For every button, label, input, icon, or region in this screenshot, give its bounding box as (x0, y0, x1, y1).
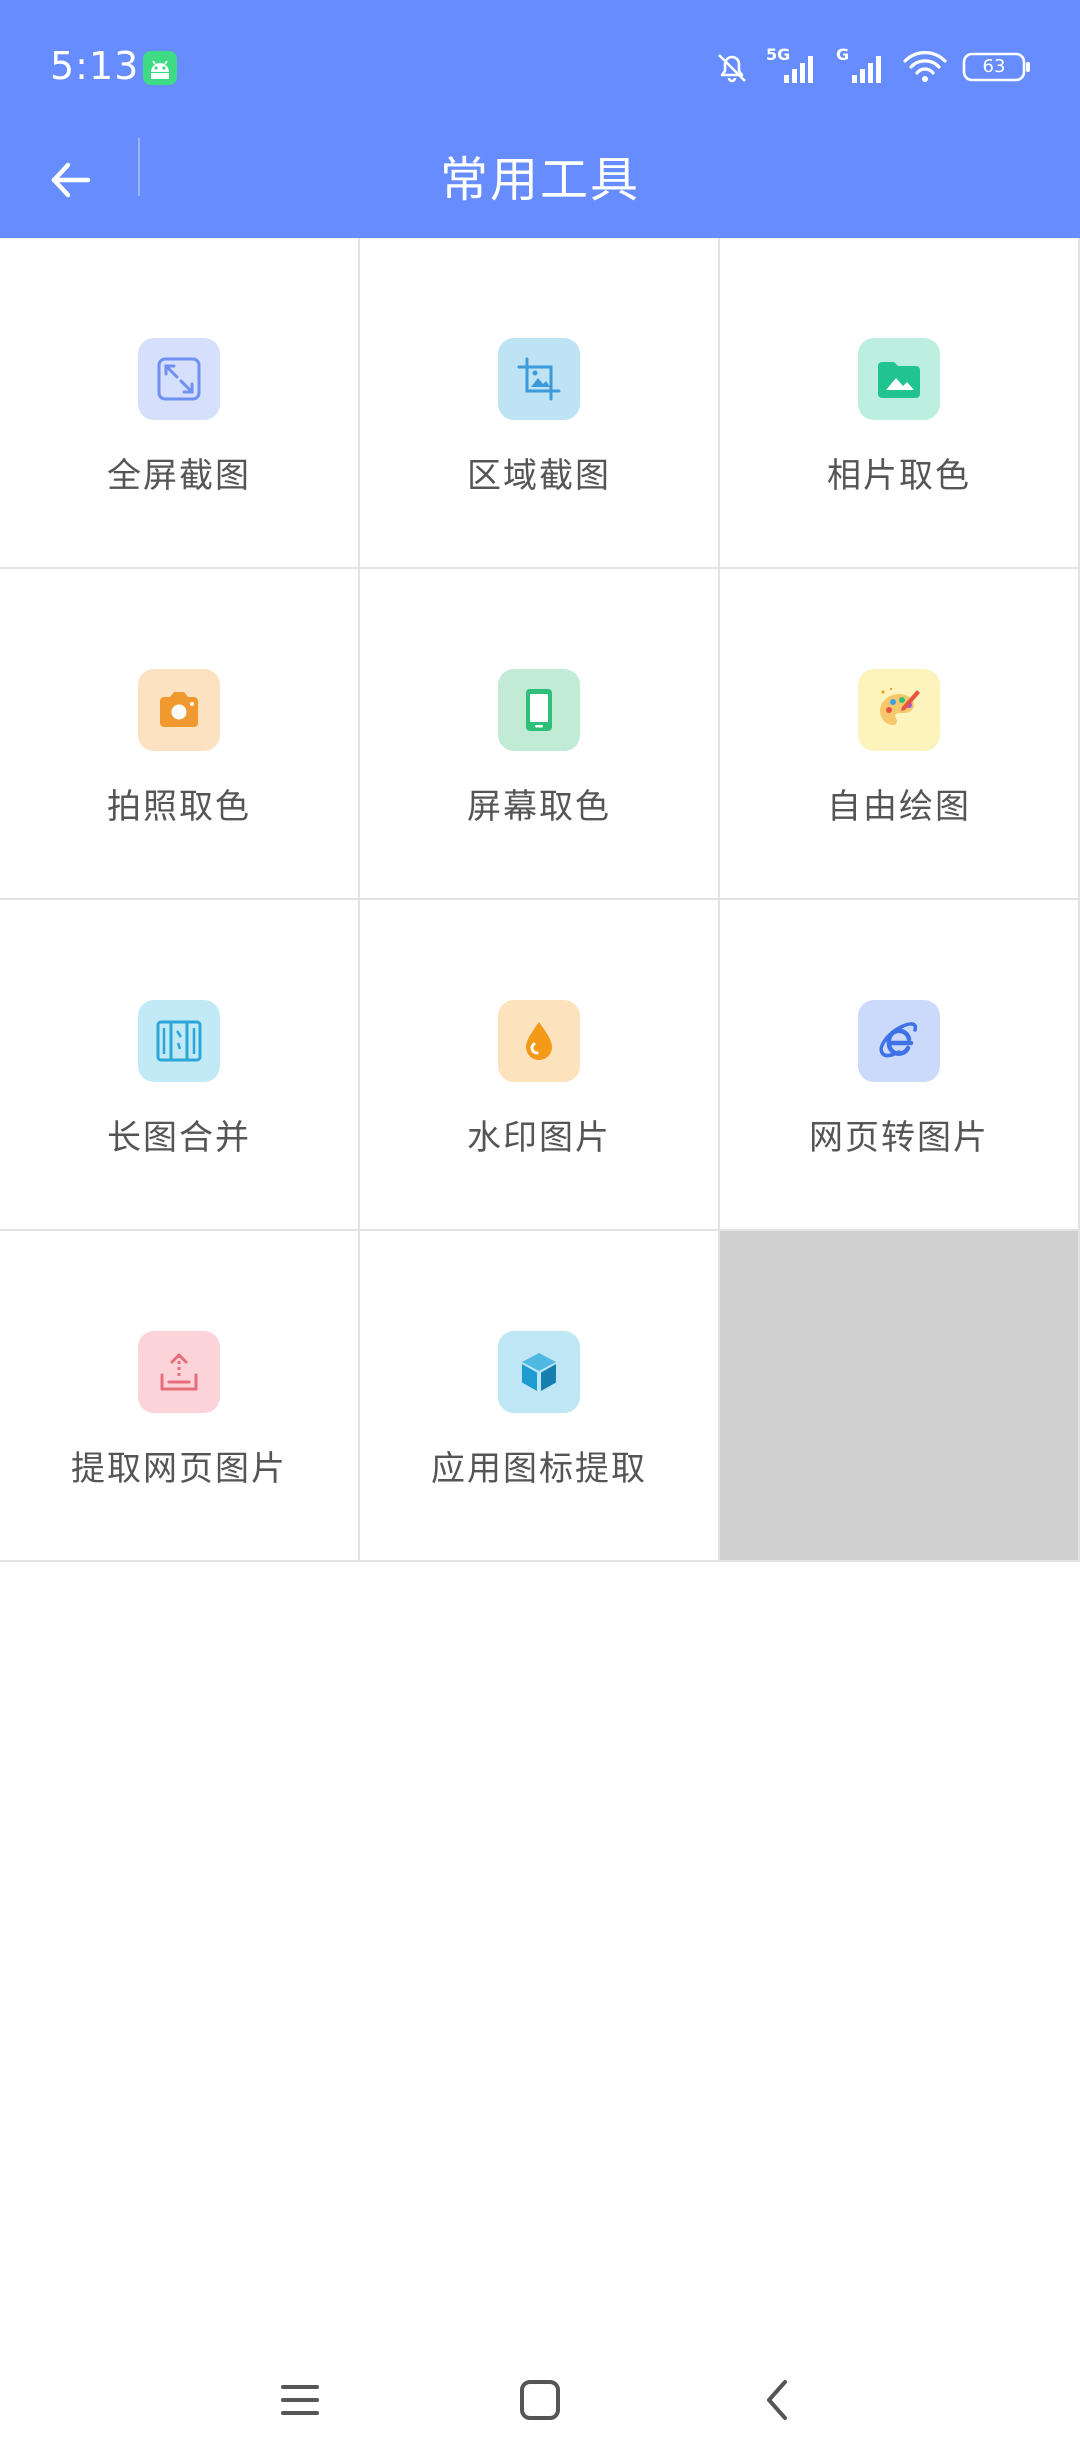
tools-grid: 全屏截图 区域截图 相片取色 拍照取色 屏幕取色 自由绘图 长图合并 水印图片 … (0, 238, 1080, 1564)
nav-menu-button[interactable] (260, 2360, 340, 2440)
tool-extract-webpage-images[interactable]: 提取网页图片 (0, 1231, 360, 1562)
region-screenshot-icon (498, 338, 580, 420)
tool-label: 拍照取色 (107, 787, 251, 827)
app-header: 5:13 5G G 63 常用工具 (0, 0, 1080, 238)
screen-color-picker-icon (498, 669, 580, 751)
cube-icon (498, 1331, 580, 1413)
system-navigation-bar (0, 2340, 1080, 2460)
menu-icon (281, 2385, 319, 2415)
tool-app-icon-extract[interactable]: 应用图标提取 (360, 1231, 720, 1562)
toolbar: 常用工具 (0, 130, 1080, 238)
status-bar: 5:13 5G G 63 (0, 0, 1080, 130)
tool-label: 长图合并 (107, 1118, 251, 1158)
page-title: 常用工具 (439, 152, 640, 208)
signal-5g-icon: 5G (766, 45, 820, 87)
tool-label: 网页转图片 (809, 1118, 989, 1158)
tool-watermark-image[interactable]: 水印图片 (360, 900, 720, 1231)
android-notification-icon (142, 50, 178, 86)
tool-label: 区域截图 (467, 456, 611, 496)
battery-level: 63 (982, 56, 1006, 77)
palette-icon (858, 669, 940, 751)
battery-icon: 63 (962, 50, 1032, 84)
tool-label: 相片取色 (827, 456, 971, 496)
watermark-drop-icon (498, 1000, 580, 1082)
silent-bell-icon (712, 47, 752, 87)
camera-color-picker-icon (138, 669, 220, 751)
tool-label: 自由绘图 (827, 787, 971, 827)
status-time: 5:13 (50, 44, 140, 88)
back-icon (767, 2380, 787, 2420)
tool-webpage-to-image[interactable]: 网页转图片 (720, 900, 1080, 1231)
tool-screen-color-picker[interactable]: 屏幕取色 (360, 569, 720, 900)
tool-fullscreen-screenshot[interactable]: 全屏截图 (0, 238, 360, 569)
home-icon (520, 2380, 560, 2420)
tool-camera-color-picker[interactable]: 拍照取色 (0, 569, 360, 900)
tool-photo-color-picker[interactable]: 相片取色 (720, 238, 1080, 569)
signal-g-icon: G (834, 45, 888, 87)
fullscreen-screenshot-icon (138, 338, 220, 420)
tool-label: 屏幕取色 (467, 787, 611, 827)
wifi-icon (902, 47, 948, 87)
empty-grid-cell (720, 1231, 1080, 1562)
status-icons: 5G G 63 (712, 44, 1032, 90)
photo-color-picker-icon (858, 338, 940, 420)
tool-long-image-merge[interactable]: 长图合并 (0, 900, 360, 1231)
tool-region-screenshot[interactable]: 区域截图 (360, 238, 720, 569)
tool-label: 提取网页图片 (71, 1449, 287, 1489)
upload-tray-icon (138, 1331, 220, 1413)
tool-free-drawing[interactable]: 自由绘图 (720, 569, 1080, 900)
nav-back-button[interactable] (738, 2360, 818, 2440)
tool-label: 应用图标提取 (431, 1449, 647, 1489)
tool-label: 水印图片 (467, 1118, 611, 1158)
nav-home-button[interactable] (500, 2360, 580, 2440)
browser-e-icon (858, 1000, 940, 1082)
long-image-merge-icon (138, 1000, 220, 1082)
tool-label: 全屏截图 (107, 456, 251, 496)
